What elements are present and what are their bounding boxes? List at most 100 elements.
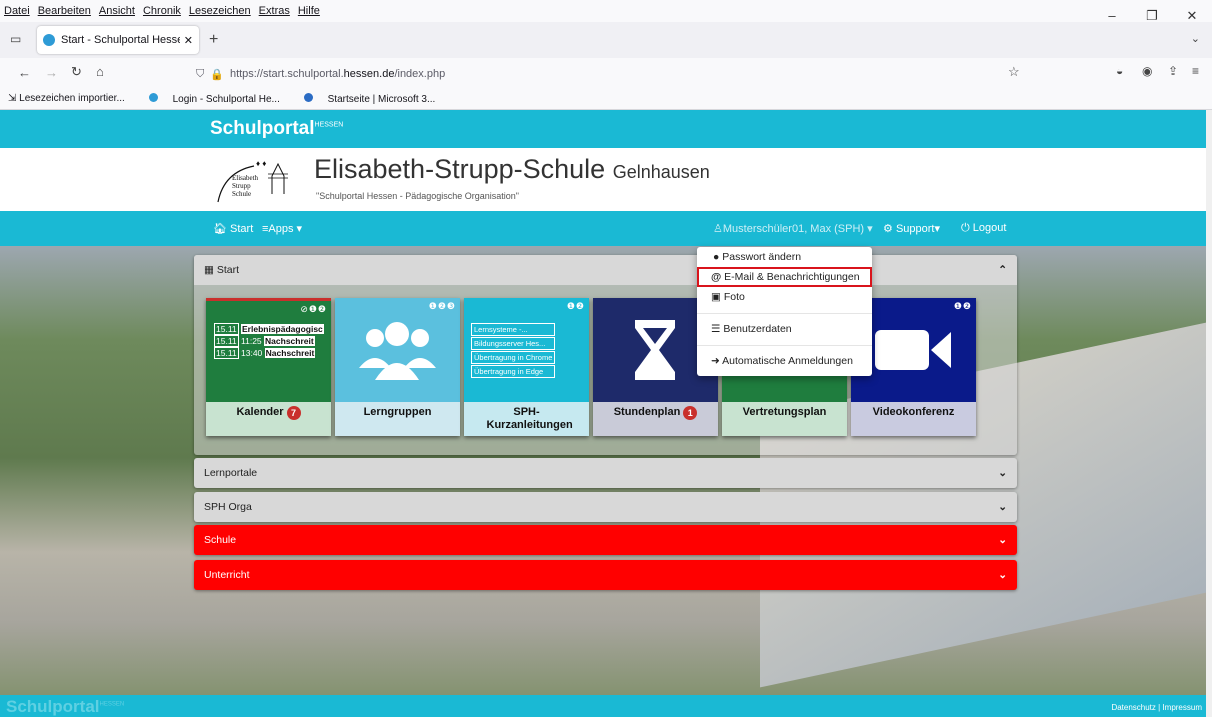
dropdown-email[interactable]: @ E-Mail & Benachrichtigungen [697,267,872,287]
tab-close-icon[interactable]: ✕ [184,34,193,47]
calendar-date: 15.11 [214,335,239,347]
tab-overflow-icon[interactable]: ⌄ [1191,32,1200,45]
portal-brand[interactable]: SchulportalHESSEN [210,118,343,140]
nav-user[interactable]: ♙Musterschüler01, Max (SPH) ▾ [713,222,873,235]
list-icon: ☰ [711,323,721,335]
share-icon[interactable]: ⇪ [1168,64,1178,78]
calendar-entry: 15.11 Erlebnispädagogisc [214,323,324,335]
bookmark-star-icon[interactable]: ☆ [1008,64,1020,80]
svg-text:♦ ♦: ♦ ♦ [256,159,266,168]
home-icon[interactable]: ⌂ [96,64,104,79]
nav-support[interactable]: ⚙ Support▾ [883,222,940,235]
nav-apps-label: Apps [268,223,294,235]
lernportale-panel[interactable]: Lernportale ⌄ [194,458,1017,488]
stundenplan-badge: 1 [683,406,698,420]
nav-start-label: Start [230,223,254,235]
chevron-down-icon: ⌄ [998,534,1007,546]
calendar-title: Nachschreit [264,348,316,358]
web-content: SchulportalHESSEN ♦ ♦ Elisabeth Strupp S… [0,110,1206,717]
forward-icon[interactable]: → [45,65,58,80]
tile-options-icon[interactable]: ❶❷ [954,301,972,312]
menu-bearbeiten[interactable]: Bearbeiten [38,5,91,17]
school-header: ♦ ♦ Elisabeth Strupp Schule Elisabeth-St… [0,148,1206,211]
tile-options-icon[interactable]: ❶❷❸ [429,301,456,312]
menu-icon[interactable]: ≡ [1192,64,1199,78]
nav-logout[interactable]: ⏻ Logout [961,222,1006,235]
brand-text: Schulportal [210,118,315,139]
calendar-time: 13:40 [241,348,263,358]
calendar-title: Erlebnispädagogisc [241,324,324,334]
tile-lerngruppen[interactable]: ❶❷❸ Lerngruppen [335,298,460,436]
bookmark-login-label: Login - Schulportal He... [172,93,280,105]
account-icon[interactable]: ◉ [1142,64,1152,78]
dropdown-passwort[interactable]: ● Passwort ändern [697,251,872,265]
unterricht-title: Unterricht [204,569,250,581]
dropdown-passwort-label: Passwort ändern [722,251,802,263]
tile-options-icon[interactable]: ❶❷ [567,301,585,312]
new-tab-icon[interactable]: + [209,31,218,49]
key-icon: ● [713,251,720,263]
sph-orga-panel[interactable]: SPH Orga ⌄ [194,492,1017,522]
kurz-list: Lernsysteme -... Bildungsserver Hes... Ü… [471,323,556,378]
bookmark-login[interactable]: Login - Schulportal He... [148,92,292,105]
menu-hilfe[interactable]: Hilfe [298,5,320,17]
tab-list-icon[interactable]: ▭ [10,32,21,46]
tab-title: Start - Schulportal Hessen - Päd [61,34,180,46]
bookmarks-bar: ⇲ Lesezeichen importier... Login - Schul… [0,88,1212,110]
dropdown-foto[interactable]: ▣ Foto [697,291,872,303]
bookmark-import[interactable]: ⇲ Lesezeichen importier... [8,93,137,104]
footer-brand-sup: HESSEN [99,701,125,708]
tile-vertretungsplan-label: Vertretungsplan [742,406,827,418]
lock-icon: 🔒 [210,68,224,81]
menu-extras[interactable]: Extras [259,5,290,17]
calendar-entries: 15.11 Erlebnispädagogisc 15.11 11:25 Nac… [214,323,324,359]
page-scrollbar[interactable] [1206,110,1212,717]
bookmark-import-label: Lesezeichen importier... [19,93,125,104]
dropdown-anmeldungen[interactable]: ➜ Automatische Anmeldungen [697,355,872,367]
tile-stundenplan-label: Stundenplan [613,406,681,418]
dropdown-email-label: E-Mail & Benachrichtigungen [724,271,860,283]
dropdown-benutzerdaten-label: Benutzerdaten [723,323,792,335]
menu-ansicht[interactable]: Ansicht [99,5,135,17]
logo-line-3: Schule [232,190,252,198]
lernportale-title: Lernportale [204,467,258,479]
tile-kalender[interactable]: ⊘❶❷ 15.11 Erlebnispädagogisc 15.11 11:25… [206,298,331,436]
browser-tab[interactable]: Start - Schulportal Hessen - Päd ✕ [37,26,199,54]
nav-start[interactable]: 🏠︎ Start [213,222,253,235]
unterricht-panel[interactable]: Unterricht ⌄ [194,560,1017,590]
menu-bar: Datei Bearbeiten Ansicht Chronik Lesezei… [0,0,1212,22]
start-panel-title: Start [216,264,240,276]
school-name: Elisabeth-Strupp-Schule [314,154,606,184]
footer-brand: SchulportalHESSEN [6,697,124,717]
back-icon[interactable]: ← [18,65,31,80]
chevron-up-icon[interactable]: ⌃ [998,264,1007,276]
tile-sph-kurzanleitungen[interactable]: ❶❷ Lernsysteme -... Bildungsserver Hes..… [464,298,589,436]
bookmark-microsoft[interactable]: Startseite | Microsoft 3... [303,92,447,105]
school-logo: ♦ ♦ Elisabeth Strupp Schule [214,152,304,206]
start-panel-header[interactable]: ▦ Start ⌃ [194,255,1017,285]
url-bar[interactable]: ⛉ 🔒 https://start.schulportal. hessen.de /… [196,62,1028,86]
user-icon: ♙ [713,223,723,235]
calendar-title: Nachschreit [264,336,315,346]
school-title: Elisabeth-Strupp-Schule Gelnhausen [314,154,710,185]
schule-panel[interactable]: Schule ⌄ [194,525,1017,555]
menu-lesezeichen[interactable]: Lesezeichen [189,5,251,17]
dropdown-divider [697,345,872,346]
menu-datei[interactable]: Datei [4,5,30,17]
url-suffix: /index.php [394,68,446,80]
dropdown-foto-label: Foto [723,291,745,303]
chevron-down-icon: ⌄ [998,569,1007,581]
tile-kalender-label: Kalender [236,406,284,418]
dashboard-icon: ▦ [204,264,214,276]
pocket-icon[interactable]: ◒ [1116,64,1123,78]
tile-sph-label: SPH-Kurzanleitungen [486,406,573,431]
footer-links[interactable]: Datenschutz | Impressum [1111,703,1202,712]
nav-apps[interactable]: ≡Apps ▾ [262,222,302,235]
tile-options-icon[interactable]: ⊘❶❷ [300,304,327,315]
menu-chronik[interactable]: Chronik [143,5,181,17]
dropdown-benutzerdaten[interactable]: ☰ Benutzerdaten [697,323,872,335]
users-icon [359,322,436,380]
reload-icon[interactable]: ↻ [71,64,82,80]
dropdown-anmeldungen-label: Automatische Anmeldungen [722,355,853,367]
globe-icon [43,34,55,46]
